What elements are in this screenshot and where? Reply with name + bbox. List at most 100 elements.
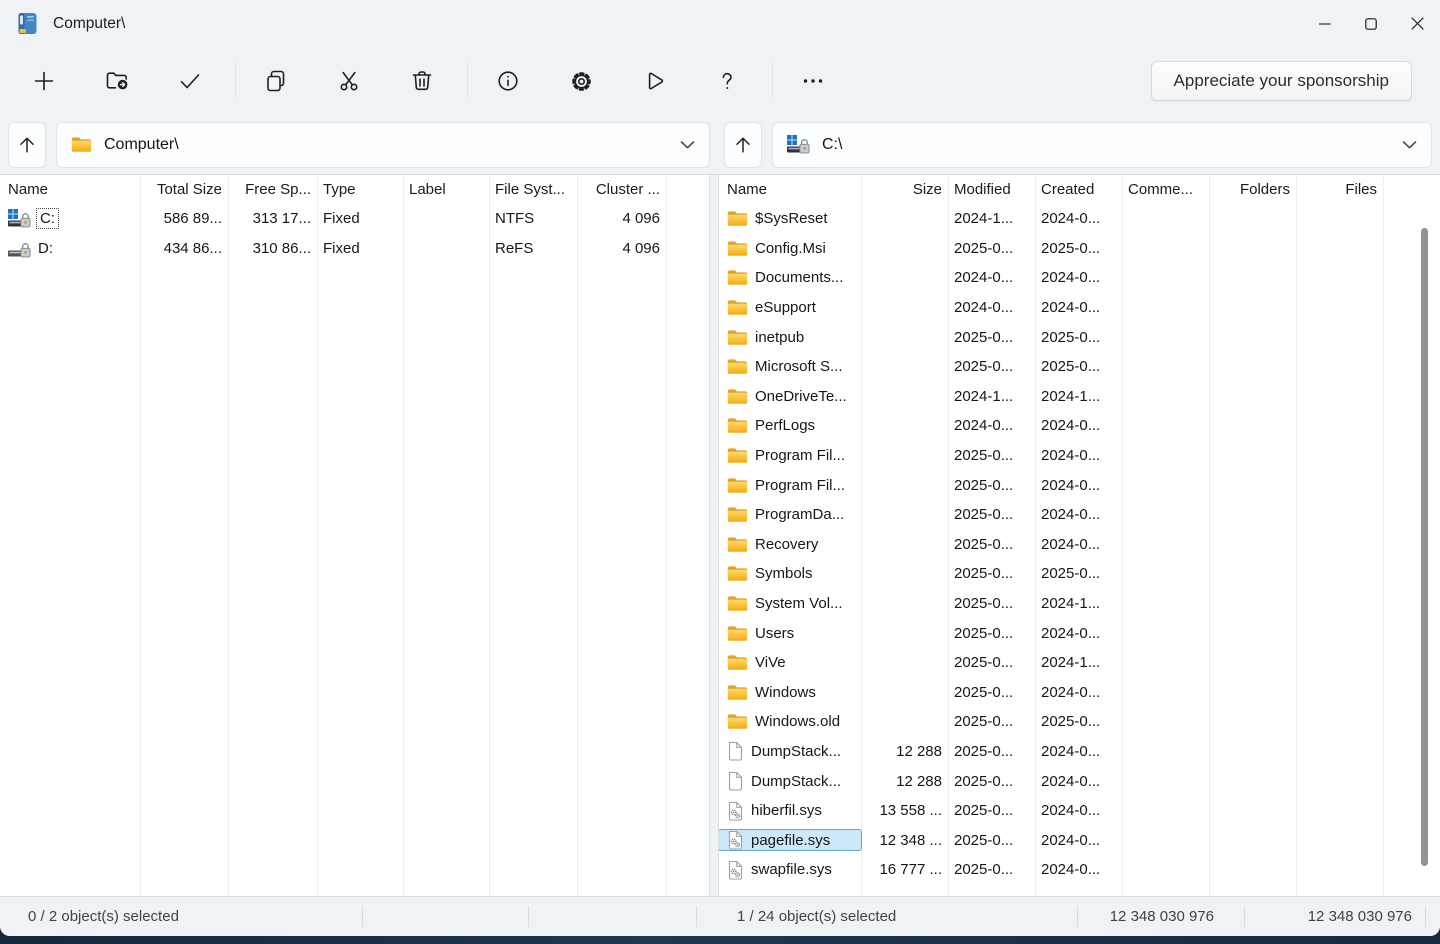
file-name-cell[interactable]: PerfLogs bbox=[719, 417, 861, 434]
table-row[interactable]: Recovery2025-0...2024-0... bbox=[719, 530, 1440, 560]
column-header-total-size[interactable]: Total Size bbox=[140, 181, 228, 198]
file-lists: NameTotal SizeFree Sp...TypeLabelFile Sy… bbox=[0, 174, 1440, 896]
table-row[interactable]: DumpStack...12 2882025-0...2024-0... bbox=[719, 766, 1440, 796]
table-row[interactable]: Users2025-0...2024-0... bbox=[719, 618, 1440, 648]
column-gridline[interactable] bbox=[140, 175, 141, 896]
table-row[interactable]: Symbols2025-0...2025-0... bbox=[719, 559, 1440, 589]
table-row[interactable]: $SysReset2024-1...2024-0... bbox=[719, 204, 1440, 234]
column-header-name[interactable]: Name bbox=[0, 181, 140, 198]
pane-splitter[interactable] bbox=[710, 175, 718, 896]
column-header-folders[interactable]: Folders bbox=[1209, 181, 1296, 198]
table-row[interactable]: C:586 89...313 17...FixedNTFS4 096 bbox=[0, 204, 709, 234]
column-header-label[interactable]: Label bbox=[403, 181, 489, 198]
new-item-button[interactable] bbox=[20, 57, 68, 105]
file-name-cell[interactable]: C: bbox=[0, 209, 140, 228]
file-name-cell[interactable]: Windows bbox=[719, 684, 861, 701]
column-gridline[interactable] bbox=[403, 175, 404, 896]
table-row[interactable]: PerfLogs2024-0...2024-0... bbox=[719, 411, 1440, 441]
table-row[interactable]: Documents...2024-0...2024-0... bbox=[719, 263, 1440, 293]
column-header-created[interactable]: Created bbox=[1035, 181, 1122, 198]
table-row[interactable]: ProgramDa...2025-0...2024-0... bbox=[719, 500, 1440, 530]
right-path-combobox[interactable]: C:\ bbox=[772, 122, 1432, 168]
file-name-cell[interactable]: hiberfil.sys bbox=[719, 801, 861, 821]
file-name-cell[interactable]: Recovery bbox=[719, 536, 861, 553]
file-name-cell[interactable]: Program Fil... bbox=[719, 477, 861, 494]
cut-button[interactable] bbox=[325, 57, 373, 105]
cell-modified: 2025-0... bbox=[948, 861, 1035, 878]
column-gridline[interactable] bbox=[228, 175, 229, 896]
table-row[interactable]: Program Fil...2025-0...2024-0... bbox=[719, 470, 1440, 500]
file-name-cell[interactable]: DumpStack... bbox=[719, 741, 861, 761]
settings-button[interactable] bbox=[557, 57, 605, 105]
table-row[interactable]: eSupport2024-0...2024-0... bbox=[719, 293, 1440, 323]
table-row[interactable]: pagefile.sys12 348 ...2025-0...2024-0... bbox=[719, 825, 1440, 855]
file-name-cell[interactable]: Microsoft S... bbox=[719, 358, 861, 375]
delete-button[interactable] bbox=[398, 57, 446, 105]
file-name-cell[interactable]: DumpStack... bbox=[719, 771, 861, 791]
copy-button[interactable] bbox=[252, 57, 300, 105]
left-up-button[interactable] bbox=[8, 122, 46, 168]
chevron-down-icon[interactable] bbox=[680, 140, 695, 150]
status-segment: 12 348 030 976 bbox=[1078, 897, 1244, 936]
table-row[interactable]: System Vol...2025-0...2024-1... bbox=[719, 589, 1440, 619]
column-header-comment[interactable]: Comme... bbox=[1122, 181, 1209, 198]
column-header-cluster[interactable]: Cluster ... bbox=[577, 181, 666, 198]
file-name-cell[interactable]: inetpub bbox=[719, 329, 861, 346]
table-row[interactable]: Microsoft S...2025-0...2025-0... bbox=[719, 352, 1440, 382]
status-divider bbox=[1425, 906, 1426, 927]
column-header-name[interactable]: Name bbox=[719, 181, 861, 198]
table-row[interactable]: Program Fil...2025-0...2024-0... bbox=[719, 441, 1440, 471]
file-name-cell[interactable]: D: bbox=[0, 239, 140, 258]
right-up-button[interactable] bbox=[724, 122, 762, 168]
file-name-cell[interactable]: Program Fil... bbox=[719, 447, 861, 464]
table-row[interactable]: Config.Msi2025-0...2025-0... bbox=[719, 234, 1440, 264]
select-button[interactable] bbox=[166, 57, 214, 105]
table-row[interactable]: D:434 86...310 86...FixedReFS4 096 bbox=[0, 234, 709, 264]
info-button[interactable] bbox=[484, 57, 532, 105]
go-to-folder-button[interactable] bbox=[93, 57, 141, 105]
run-button[interactable] bbox=[630, 57, 678, 105]
help-button[interactable] bbox=[703, 57, 751, 105]
file-name-cell[interactable]: Config.Msi bbox=[719, 240, 861, 257]
maximize-button[interactable] bbox=[1348, 0, 1394, 47]
file-name-cell[interactable]: pagefile.sys bbox=[719, 830, 861, 850]
table-row[interactable]: OneDriveTe...2024-1...2024-1... bbox=[719, 382, 1440, 412]
column-header-modified[interactable]: Modified bbox=[948, 181, 1035, 198]
column-header-type[interactable]: Type bbox=[317, 181, 403, 198]
table-row[interactable]: ViVe2025-0...2024-1... bbox=[719, 648, 1440, 678]
file-name-cell[interactable]: OneDriveTe... bbox=[719, 388, 861, 405]
left-path-combobox[interactable]: Computer\ bbox=[56, 122, 710, 168]
file-name-cell[interactable]: ProgramDa... bbox=[719, 506, 861, 523]
table-row[interactable]: swapfile.sys16 777 ...2025-0...2024-0... bbox=[719, 855, 1440, 885]
table-row[interactable]: hiberfil.sys13 558 ...2025-0...2024-0... bbox=[719, 796, 1440, 826]
table-row[interactable]: inetpub2025-0...2025-0... bbox=[719, 322, 1440, 352]
close-button[interactable] bbox=[1394, 0, 1440, 47]
file-name-cell[interactable]: $SysReset bbox=[719, 210, 861, 227]
status-segment bbox=[529, 897, 696, 936]
vertical-scrollbar[interactable] bbox=[1421, 228, 1428, 866]
more-button[interactable] bbox=[789, 57, 837, 105]
minimize-button[interactable] bbox=[1302, 0, 1348, 47]
file-name-cell[interactable]: Documents... bbox=[719, 269, 861, 286]
table-row[interactable]: Windows.old2025-0...2025-0... bbox=[719, 707, 1440, 737]
column-gridline[interactable] bbox=[577, 175, 578, 896]
column-gridline[interactable] bbox=[666, 175, 667, 896]
column-gridline[interactable] bbox=[317, 175, 318, 896]
play-icon bbox=[641, 68, 667, 94]
chevron-down-icon[interactable] bbox=[1402, 140, 1417, 150]
column-header-size[interactable]: Size bbox=[861, 181, 948, 198]
column-gridline[interactable] bbox=[489, 175, 490, 896]
file-name-cell[interactable]: System Vol... bbox=[719, 595, 861, 612]
sponsor-button[interactable]: Appreciate your sponsorship bbox=[1151, 61, 1412, 101]
column-header-files[interactable]: Files bbox=[1296, 181, 1383, 198]
file-name-cell[interactable]: eSupport bbox=[719, 299, 861, 316]
file-name-cell[interactable]: swapfile.sys bbox=[719, 860, 861, 880]
table-row[interactable]: DumpStack...12 2882025-0...2024-0... bbox=[719, 737, 1440, 767]
column-header-file-system[interactable]: File Syst... bbox=[489, 181, 577, 198]
file-name-cell[interactable]: ViVe bbox=[719, 654, 861, 671]
file-name-cell[interactable]: Symbols bbox=[719, 565, 861, 582]
column-header-free-space[interactable]: Free Sp... bbox=[228, 181, 317, 198]
file-name-cell[interactable]: Windows.old bbox=[719, 713, 861, 730]
table-row[interactable]: Windows2025-0...2024-0... bbox=[719, 678, 1440, 708]
file-name-cell[interactable]: Users bbox=[719, 625, 861, 642]
